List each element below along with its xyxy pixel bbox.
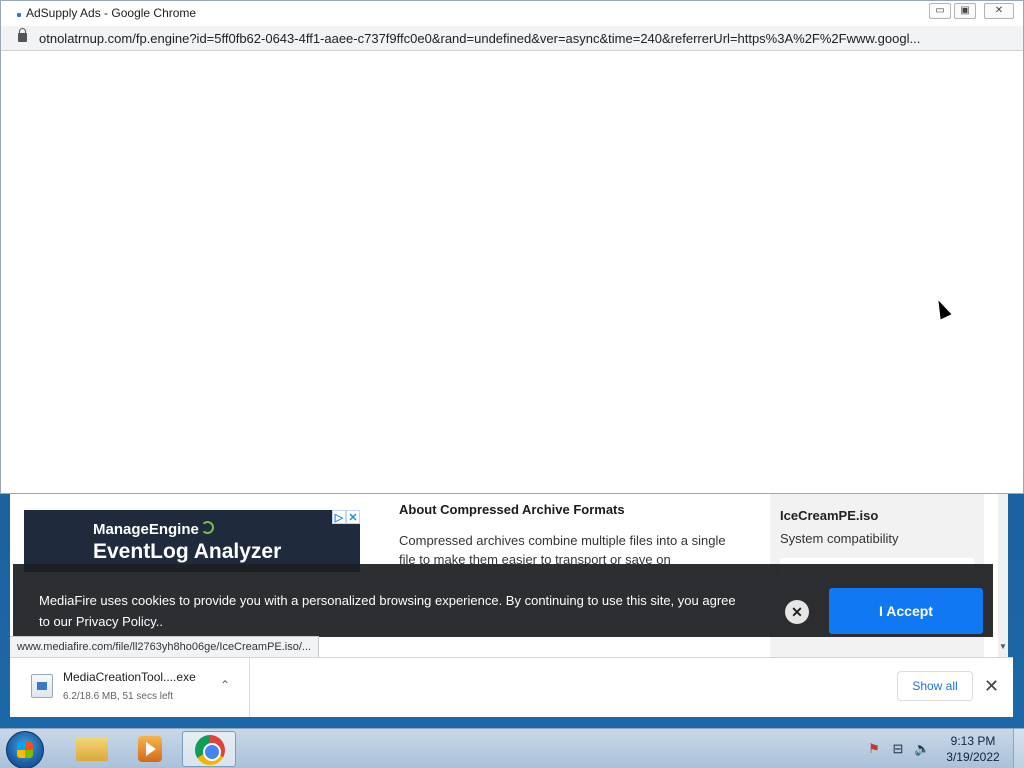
window-icon bbox=[17, 13, 21, 17]
taskbar: ⚑ ⊟ 🔈 9:13 PM 3/19/2022 bbox=[0, 728, 1024, 768]
download-status: 6.2/18.6 MB, 51 secs left bbox=[63, 691, 174, 702]
folder-icon bbox=[76, 737, 108, 761]
download-shelf: MediaCreationTool....exe 6.2/18.6 MB, 51… bbox=[10, 657, 1013, 717]
ad-brand: ManageEngine bbox=[93, 521, 214, 538]
lock-icon[interactable] bbox=[18, 28, 27, 42]
mouse-cursor-icon bbox=[933, 297, 952, 320]
window-title: AdSupply Ads - Google Chrome bbox=[26, 6, 197, 20]
volume-icon[interactable]: 🔈 bbox=[914, 741, 930, 757]
clock-date: 3/19/2022 bbox=[946, 750, 1000, 764]
ad-banner[interactable]: ▷ ✕ ManageEngine EventLog Analyzer bbox=[24, 510, 360, 572]
download-item[interactable]: MediaCreationTool....exe 6.2/18.6 MB, 51… bbox=[10, 658, 250, 717]
show-desktop-button[interactable] bbox=[1013, 729, 1024, 768]
accept-cookies-button[interactable]: I Accept bbox=[829, 588, 983, 634]
page-scrollbar[interactable]: ▼ bbox=[998, 494, 1008, 657]
adchoices-icon[interactable]: ▷ bbox=[332, 510, 346, 524]
taskbar-media-player[interactable] bbox=[124, 731, 178, 767]
taskbar-explorer[interactable] bbox=[66, 731, 120, 767]
action-center-icon[interactable]: ⚑ bbox=[866, 741, 882, 757]
file-compatibility: System compatibility bbox=[780, 531, 899, 546]
minimize-button[interactable]: ▭ bbox=[929, 3, 951, 19]
chevron-up-icon[interactable]: ⌃ bbox=[220, 678, 230, 692]
address-bar[interactable]: otnolatrnup.com/fp.engine?id=5ff0fb62-06… bbox=[1, 26, 1023, 51]
download-filename: MediaCreationTool....exe bbox=[63, 670, 196, 684]
popup-titlebar[interactable]: AdSupply Ads - Google Chrome ▭ ▣ ✕ bbox=[1, 1, 1023, 26]
ad-close-icon[interactable]: ✕ bbox=[346, 510, 360, 524]
about-title: About Compressed Archive Formats bbox=[399, 502, 625, 517]
close-shelf-icon[interactable]: ✕ bbox=[984, 676, 999, 696]
popup-window: AdSupply Ads - Google Chrome ▭ ▣ ✕ otnol… bbox=[0, 0, 1024, 494]
show-all-button[interactable]: Show all bbox=[897, 671, 973, 701]
chrome-icon bbox=[195, 735, 225, 765]
clock-time: 9:13 PM bbox=[950, 734, 996, 748]
cookie-banner: MediaFire uses cookies to provide you wi… bbox=[13, 564, 993, 637]
media-player-icon bbox=[138, 736, 162, 762]
cookie-text: MediaFire uses cookies to provide you wi… bbox=[39, 593, 736, 629]
popup-content bbox=[1, 52, 1023, 493]
status-url: www.mediafire.com/file/ll2763yh8ho06ge/I… bbox=[10, 636, 320, 658]
ad-product: EventLog Analyzer bbox=[93, 540, 282, 563]
cookie-close-button[interactable]: ✕ bbox=[785, 600, 809, 624]
close-window-button[interactable]: ✕ bbox=[984, 3, 1014, 19]
url-text[interactable]: otnolatrnup.com/fp.engine?id=5ff0fb62-06… bbox=[39, 31, 1009, 46]
exe-file-icon bbox=[31, 674, 53, 698]
maximize-button[interactable]: ▣ bbox=[954, 3, 976, 19]
network-icon[interactable]: ⊟ bbox=[890, 741, 906, 757]
start-button[interactable] bbox=[6, 731, 44, 768]
scroll-down-icon[interactable]: ▼ bbox=[998, 642, 1008, 652]
taskbar-chrome[interactable] bbox=[182, 731, 236, 767]
file-name: IceCreamPE.iso bbox=[780, 508, 879, 523]
ad-badges: ▷ ✕ bbox=[332, 510, 360, 524]
clock[interactable]: 9:13 PM 3/19/2022 bbox=[940, 733, 1006, 765]
